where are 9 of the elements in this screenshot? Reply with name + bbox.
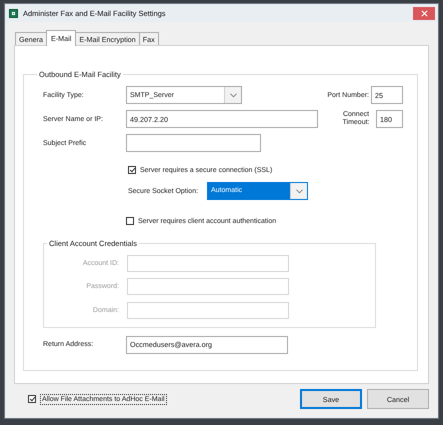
checkbox[interactable] bbox=[126, 217, 134, 225]
app-icon bbox=[9, 8, 18, 18]
chevron-down-icon bbox=[296, 188, 302, 194]
close-icon bbox=[420, 10, 428, 16]
close-button[interactable] bbox=[413, 6, 435, 20]
input-field[interactable] bbox=[126, 134, 261, 152]
chevron-down-icon bbox=[230, 92, 236, 98]
checkbox[interactable] bbox=[128, 166, 136, 174]
checkbox[interactable] bbox=[28, 395, 36, 403]
